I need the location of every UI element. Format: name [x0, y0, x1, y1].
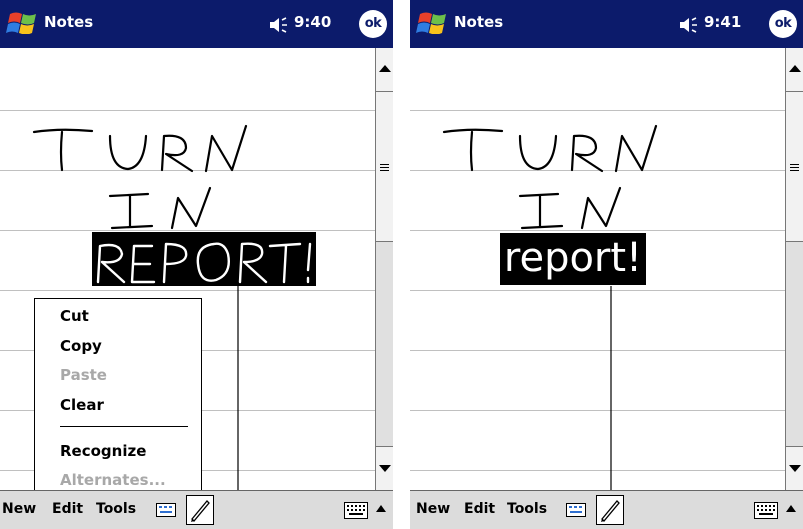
menu-item-recognize[interactable]: Recognize	[60, 442, 146, 460]
small-keyboard-icon[interactable]	[566, 503, 586, 517]
scroll-thumb[interactable]	[376, 92, 393, 242]
scroll-up-button[interactable]	[376, 48, 393, 92]
menu-item-clear[interactable]: Clear	[60, 396, 104, 414]
grip-line	[790, 164, 799, 165]
menu-edit[interactable]: Edit	[464, 501, 495, 517]
notes-screen-right: Notes 9:41 ok report! New Edit Tools	[410, 0, 803, 529]
menu-bar: New Edit Tools	[410, 490, 803, 529]
keyboard-icon[interactable]	[344, 502, 368, 519]
menu-separator	[60, 426, 188, 427]
title-bar: Notes 9:40 ok	[0, 0, 393, 48]
ok-button[interactable]: ok	[359, 10, 387, 38]
clock[interactable]: 9:40	[294, 13, 331, 31]
menu-item-copy[interactable]: Copy	[60, 337, 102, 355]
pen-icon	[601, 500, 620, 522]
grip-line	[790, 170, 799, 171]
menu-item-alternates: Alternates...	[60, 471, 166, 489]
context-menu: Cut Copy Paste Clear Recognize Alternate…	[34, 298, 202, 494]
app-title: Notes	[44, 13, 94, 31]
vertical-scrollbar[interactable]	[375, 48, 393, 490]
sip-arrow-icon[interactable]	[786, 505, 796, 512]
pen-icon	[191, 500, 210, 522]
scroll-thumb[interactable]	[786, 92, 803, 242]
windows-flag-icon[interactable]	[6, 8, 40, 40]
menu-bar: New Edit Tools	[0, 490, 393, 529]
scroll-up-button[interactable]	[786, 48, 803, 92]
speaker-icon[interactable]	[268, 16, 290, 34]
speaker-icon[interactable]	[678, 16, 700, 34]
title-bar: Notes 9:41 ok	[410, 0, 803, 48]
menu-item-paste: Paste	[60, 366, 107, 384]
menu-tools[interactable]: Tools	[96, 501, 136, 517]
clock[interactable]: 9:41	[704, 13, 741, 31]
menu-new[interactable]: New	[2, 501, 36, 517]
windows-flag-icon[interactable]	[416, 8, 450, 40]
recognized-text[interactable]: report!	[500, 233, 646, 285]
notes-screen-left: Notes 9:40 ok Cut Copy Paste Clear Recog…	[0, 0, 393, 529]
grip-line	[380, 170, 389, 171]
scroll-down-button[interactable]	[376, 446, 393, 490]
sip-arrow-icon[interactable]	[376, 505, 386, 512]
pen-button[interactable]	[596, 495, 624, 525]
grip-line	[380, 167, 389, 168]
app-title: Notes	[454, 13, 504, 31]
grip-line	[380, 164, 389, 165]
ok-button[interactable]: ok	[769, 10, 797, 38]
keyboard-icon[interactable]	[754, 502, 778, 519]
menu-tools[interactable]: Tools	[507, 501, 547, 517]
grip-line	[790, 167, 799, 168]
vertical-scrollbar[interactable]	[785, 48, 803, 490]
small-keyboard-icon[interactable]	[156, 503, 176, 517]
scroll-down-button[interactable]	[786, 446, 803, 490]
menu-new[interactable]: New	[416, 501, 450, 517]
menu-edit[interactable]: Edit	[52, 501, 83, 517]
pen-button[interactable]	[186, 495, 214, 525]
menu-item-cut[interactable]: Cut	[60, 307, 89, 325]
